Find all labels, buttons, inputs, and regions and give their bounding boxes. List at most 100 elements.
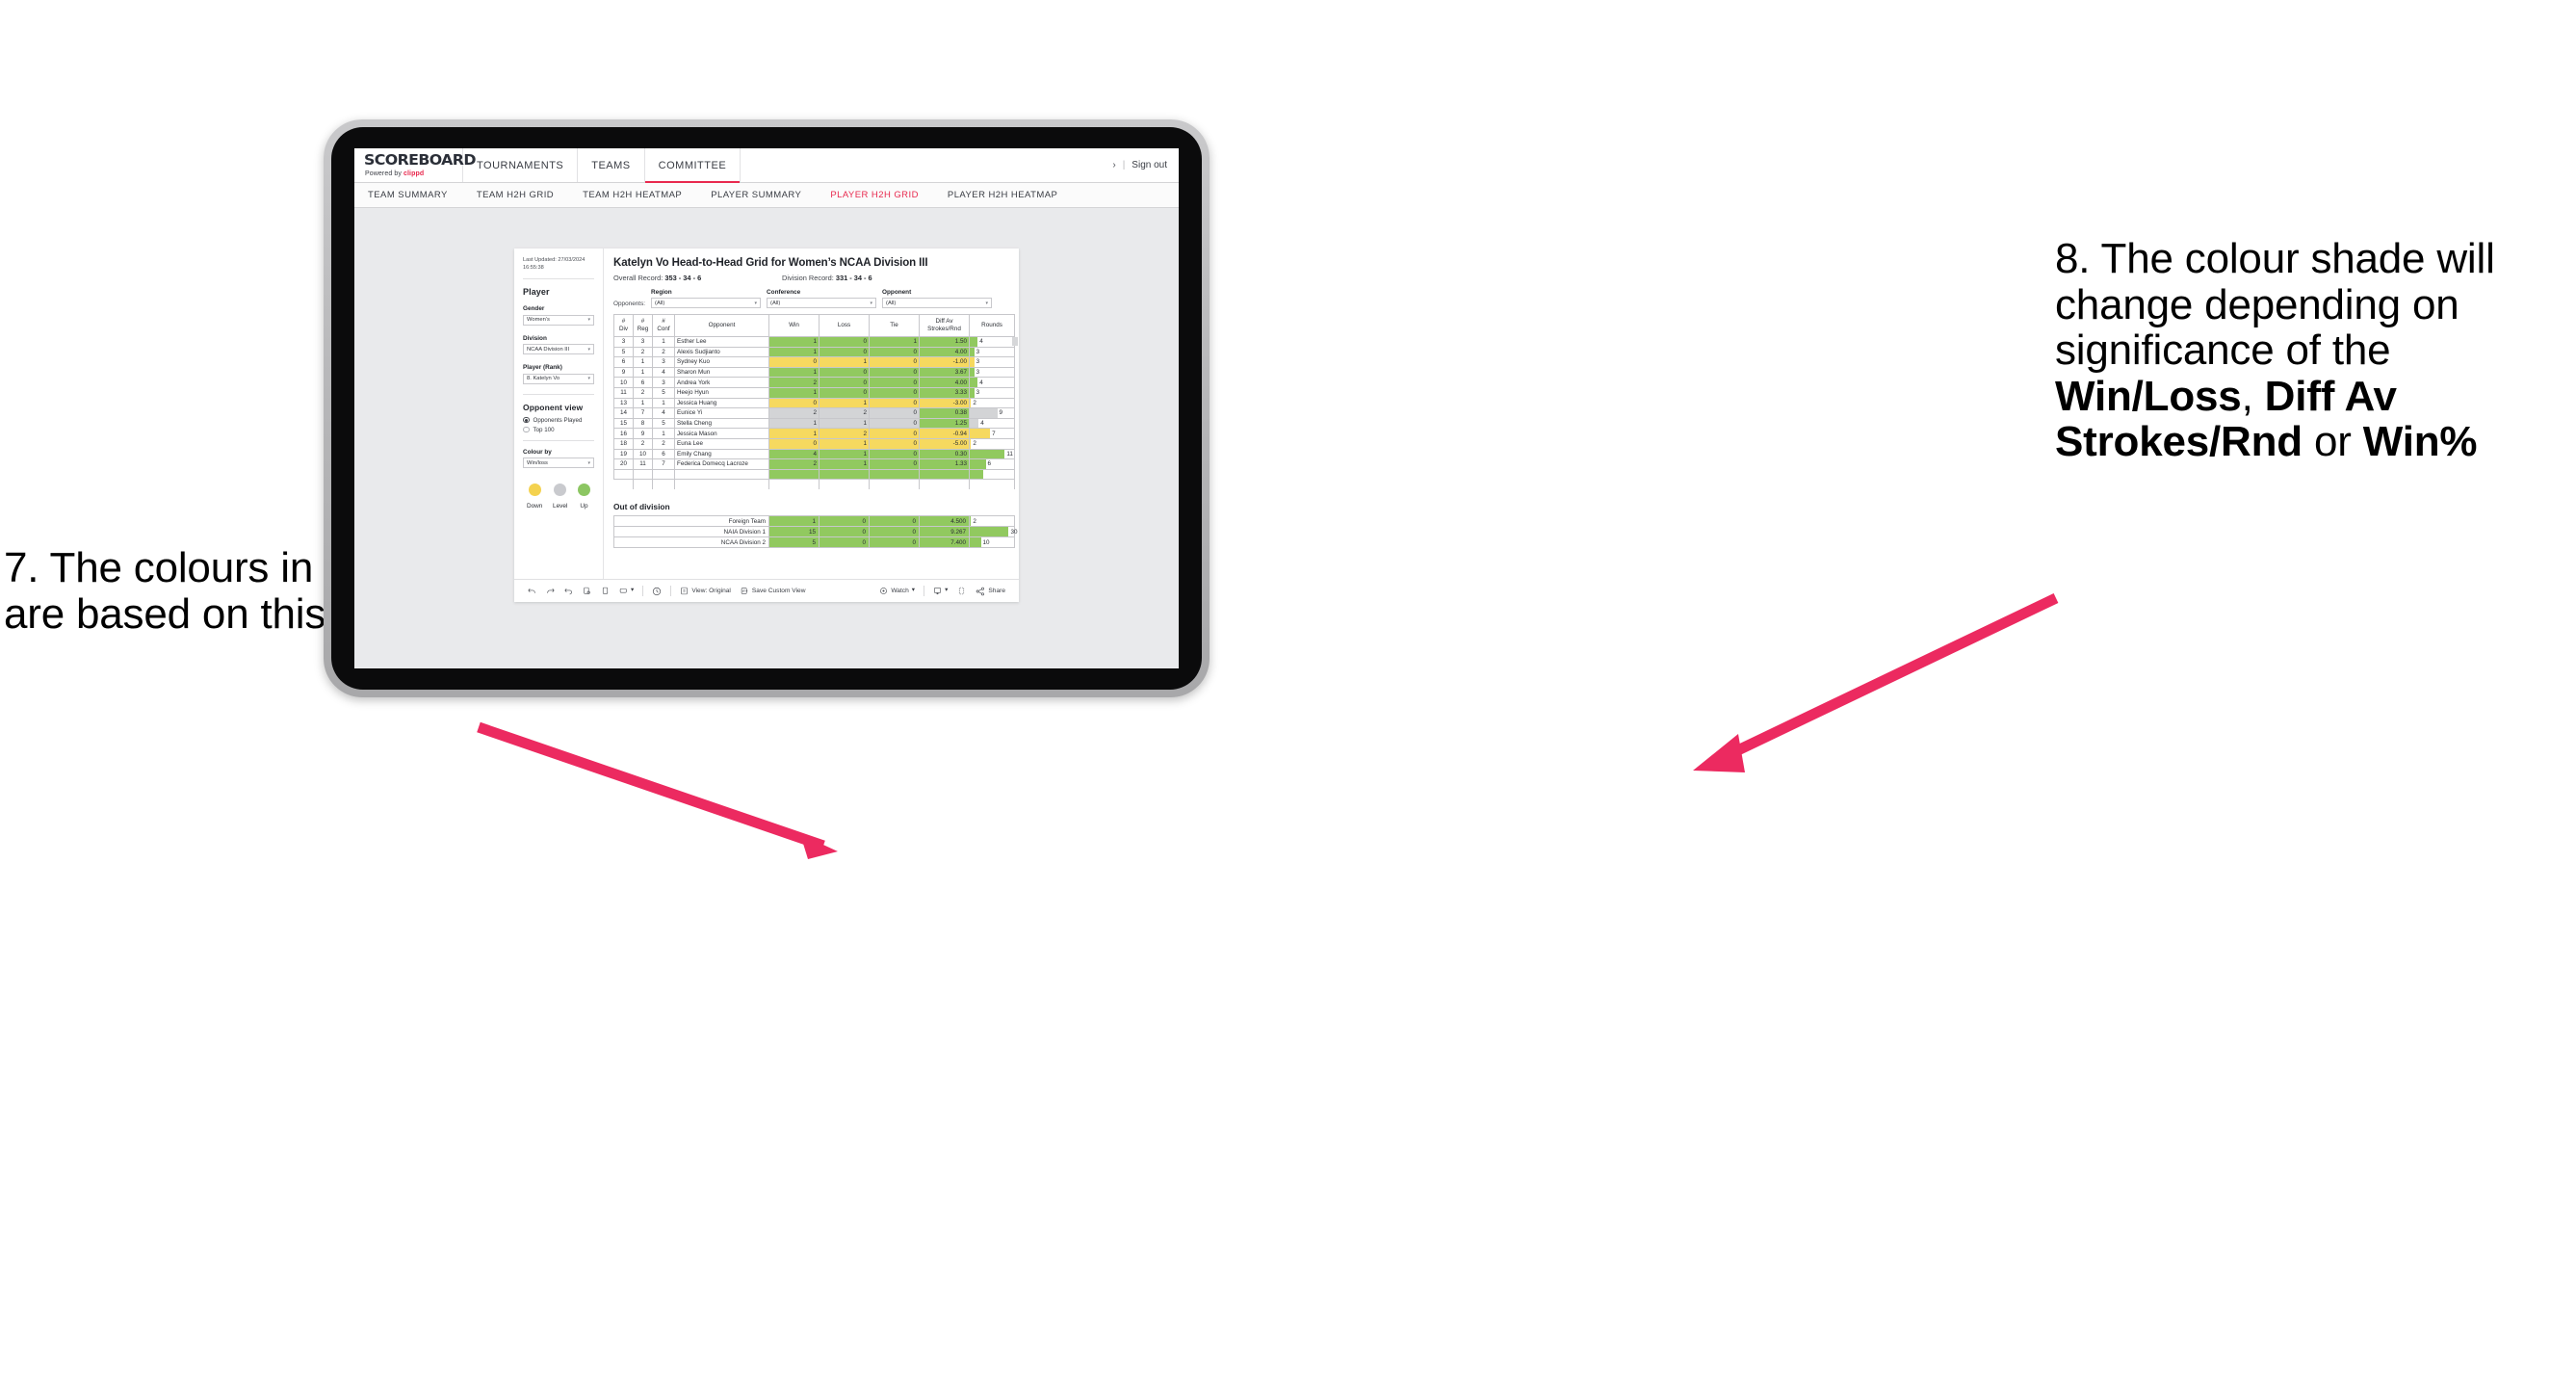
chevron-down-icon: ▾ bbox=[631, 587, 635, 594]
select-gender[interactable]: Women’s ▾ bbox=[523, 314, 594, 326]
opponents-label: Opponents: bbox=[613, 300, 646, 307]
cell-opponent: Euna Lee bbox=[674, 437, 769, 450]
radio-icon-selected bbox=[523, 416, 530, 424]
cell-rounds: 9 bbox=[969, 407, 1015, 419]
radio-opponents-played[interactable]: Opponents Played bbox=[523, 417, 594, 424]
cell-loss: 0 bbox=[819, 366, 870, 379]
table-row[interactable]: Foreign Team 1 0 0 4.500 2 bbox=[613, 515, 1015, 528]
app-canvas: Last Updated: 27/03/2024 16:55:38 Player… bbox=[354, 209, 1179, 668]
cell-conf: 4 bbox=[652, 366, 675, 379]
report-content: Katelyn Vo Head-to-Head Grid for Women’s… bbox=[604, 248, 1019, 579]
cell-diff: 9.267 bbox=[919, 526, 970, 538]
table-row[interactable]: 9 1 4 Sharon Mun 1 0 0 3.67 3 bbox=[613, 366, 1015, 379]
device-layout-button[interactable]: ▾ bbox=[614, 587, 638, 595]
cell-tie: 0 bbox=[869, 536, 920, 549]
h2h-grid-body: 3 3 1 Esther Lee 1 0 1 1.50 4 5 2 2 Alexis Sudjianto… bbox=[613, 336, 1015, 490]
fullscreen-button[interactable] bbox=[952, 587, 971, 595]
cell-rounds: 4 bbox=[969, 377, 1015, 388]
tab-player-h2h-heatmap[interactable]: PLAYER H2H HEATMAP bbox=[948, 190, 1073, 200]
col-rounds: Rounds bbox=[969, 314, 1015, 337]
cell-conf: 1 bbox=[652, 397, 675, 409]
select-division[interactable]: NCAA Division III ▾ bbox=[523, 344, 594, 355]
redo-button[interactable] bbox=[541, 587, 559, 595]
table-row[interactable]: 11 2 5 Heejo Hyun 1 0 0 3.33 3 bbox=[613, 386, 1015, 399]
table-row[interactable]: 13 1 1 Jessica Huang 0 1 0 -3.00 2 bbox=[613, 397, 1015, 409]
cell-diff: -1.00 bbox=[919, 356, 970, 368]
tab-team-summary[interactable]: TEAM SUMMARY bbox=[368, 190, 463, 200]
cell-conf: 3 bbox=[652, 377, 675, 388]
tab-team-h2h-grid[interactable]: TEAM H2H GRID bbox=[477, 190, 569, 200]
chevron-down-icon: ▾ bbox=[945, 587, 949, 594]
cell-tie: 0 bbox=[869, 397, 920, 409]
chevron-right-icon[interactable]: › bbox=[1112, 160, 1115, 170]
brand-logo[interactable]: SCOREBOARD Powered by clippd bbox=[354, 148, 476, 182]
table-row[interactable]: 10 6 3 Andrea York 2 0 0 4.00 4 bbox=[613, 377, 1015, 388]
table-row[interactable]: 18 2 2 Euna Lee 0 1 0 -5.00 2 bbox=[613, 437, 1015, 450]
cell-diff: 0.30 bbox=[919, 448, 970, 460]
view-original-button[interactable]: View: Original bbox=[675, 587, 736, 595]
pause-button[interactable] bbox=[596, 587, 614, 595]
cell-div: 13 bbox=[613, 397, 634, 409]
col-div: # Div bbox=[613, 314, 634, 337]
table-row[interactable]: 20 11 7 Federica Domecq Lacroze 2 1 0 1.33 6 bbox=[613, 458, 1015, 470]
select-conference[interactable]: (All) ▾ bbox=[767, 298, 877, 308]
tab-player-h2h-grid[interactable]: PLAYER H2H GRID bbox=[830, 190, 934, 200]
nav-tournaments[interactable]: TOURNAMENTS bbox=[463, 148, 579, 182]
radio-top-100-label: Top 100 bbox=[533, 426, 555, 433]
table-row[interactable]: 3 3 1 Esther Lee 1 0 1 1.50 4 bbox=[613, 336, 1015, 348]
table-row[interactable]: 15 8 5 Stella Cheng 1 1 0 1.25 4 bbox=[613, 417, 1015, 430]
table-scrollbar[interactable] bbox=[1012, 337, 1018, 346]
division-record-label: Division Record: bbox=[782, 274, 836, 282]
sign-out-link[interactable]: Sign out bbox=[1132, 160, 1167, 170]
main-nav: TOURNAMENTS TEAMS COMMITTEE bbox=[463, 148, 742, 183]
tablet-screen: SCOREBOARD Powered by clippd TOURNAMENTS… bbox=[354, 148, 1179, 668]
nav-committee[interactable]: COMMITTEE bbox=[644, 148, 742, 183]
table-header-row: #Div #Reg #Conf Opponent Win Loss Tie bbox=[613, 314, 1015, 337]
save-custom-view-button[interactable]: Save Custom View bbox=[736, 587, 811, 595]
cell-diff: 3.33 bbox=[919, 386, 970, 399]
table-row[interactable]: NCAA Division 2 5 0 0 7.400 10 bbox=[613, 536, 1015, 549]
select-opponent[interactable]: (All) ▾ bbox=[882, 298, 993, 308]
table-row[interactable]: 19 10 6 Emily Chang 4 1 0 0.30 11 bbox=[613, 448, 1015, 460]
cell-reg: 8 bbox=[633, 417, 653, 430]
cell-rounds: 2 bbox=[969, 515, 1015, 528]
chevron-down-icon: ▾ bbox=[587, 346, 590, 353]
cell-conf: 1 bbox=[652, 428, 675, 439]
chevron-down-icon: ▾ bbox=[754, 300, 758, 306]
table-row[interactable]: 16 9 1 Jessica Mason 1 2 0 -0.94 7 bbox=[613, 428, 1015, 439]
pause-auto-update-button[interactable] bbox=[647, 587, 666, 596]
select-region[interactable]: (All) ▾ bbox=[651, 298, 762, 308]
table-row[interactable]: NAIA Division 1 15 0 0 9.267 30 bbox=[613, 526, 1017, 538]
download-button[interactable]: ▾ bbox=[928, 587, 952, 595]
select-division-value: NCAA Division III bbox=[527, 346, 570, 353]
watch-button[interactable]: Watch ▾ bbox=[874, 587, 920, 595]
radio-top-100[interactable]: Top 100 bbox=[523, 427, 594, 433]
table-row[interactable]: 5 2 2 Alexis Sudjianto 1 0 0 4.00 3 bbox=[613, 346, 1015, 358]
select-player-rank[interactable]: 8. Katelyn Vo ▾ bbox=[523, 373, 594, 384]
cell-opponent: Eunice Yi bbox=[674, 407, 769, 419]
cell-name: Foreign Team bbox=[613, 515, 769, 528]
cell-diff: 4.00 bbox=[919, 377, 970, 388]
label-region: Region bbox=[651, 289, 672, 296]
refresh-button[interactable] bbox=[578, 587, 596, 595]
cell-name: NAIA Division 1 bbox=[613, 526, 769, 538]
tablet-frame: SCOREBOARD Powered by clippd TOURNAMENTS… bbox=[324, 119, 1210, 697]
tab-team-h2h-heatmap[interactable]: TEAM H2H HEATMAP bbox=[583, 190, 697, 200]
select-colour-by[interactable]: Win/loss ▾ bbox=[523, 458, 594, 469]
revert-button[interactable] bbox=[559, 587, 578, 595]
cell-loss: 1 bbox=[819, 437, 870, 450]
cell-loss: 1 bbox=[819, 458, 870, 470]
table-row[interactable]: 14 7 4 Eunice Yi 2 2 0 0.38 9 bbox=[613, 407, 1015, 419]
undo-button[interactable] bbox=[523, 587, 541, 595]
nav-teams[interactable]: TEAMS bbox=[578, 148, 645, 182]
share-button[interactable]: Share bbox=[971, 587, 1010, 596]
cell-win: 1 bbox=[768, 428, 820, 439]
app-topbar: SCOREBOARD Powered by clippd TOURNAMENTS… bbox=[354, 148, 1179, 183]
overall-record-value: 353 - 34 - 6 bbox=[664, 274, 702, 282]
tab-player-summary[interactable]: PLAYER SUMMARY bbox=[711, 190, 817, 200]
cell-loss: 0 bbox=[819, 336, 870, 348]
filter-region: Region (All) ▾ bbox=[651, 289, 762, 308]
table-row[interactable]: 6 1 3 Sydney Kuo 0 1 0 -1.00 3 bbox=[613, 356, 1015, 368]
sidebar-heading-opponent-view: Opponent view bbox=[523, 402, 584, 412]
cell-opponent: Esther Lee bbox=[674, 336, 769, 348]
